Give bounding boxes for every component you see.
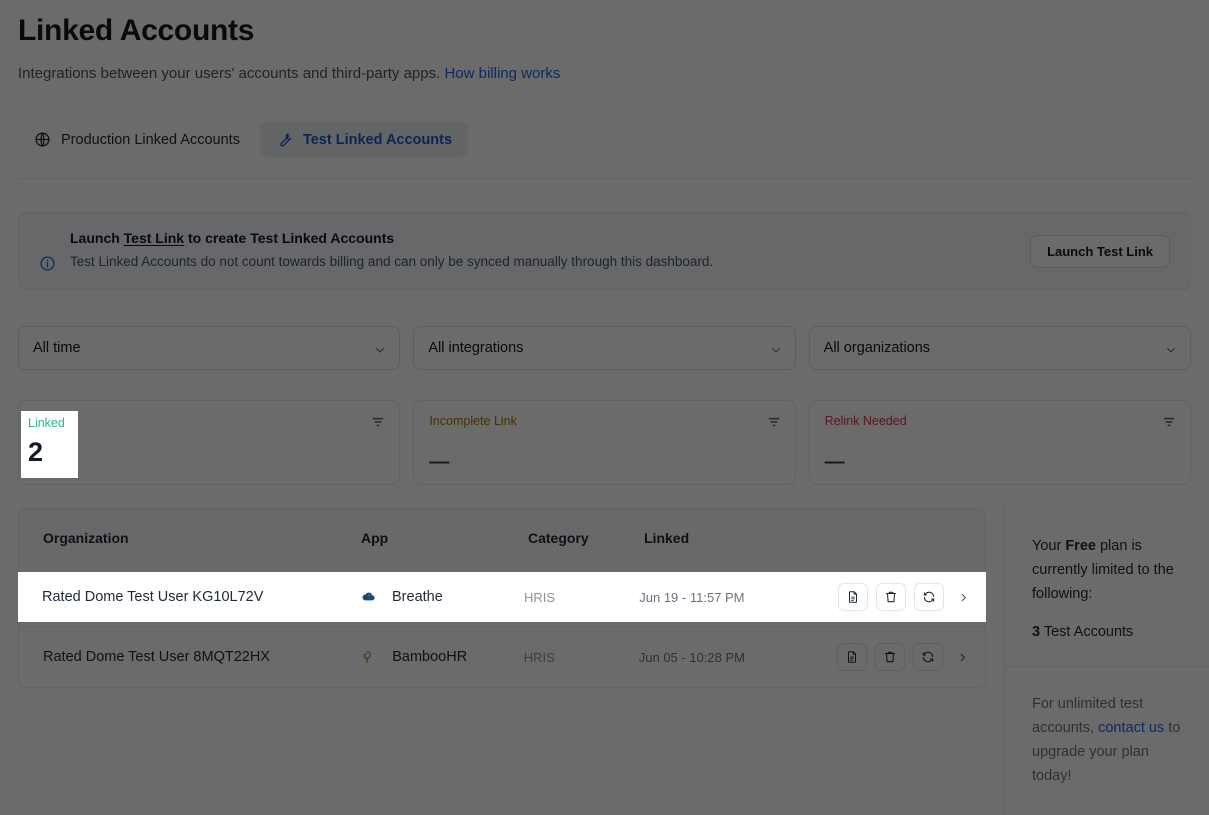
globe-icon [34, 131, 51, 148]
contact-us-link[interactable]: contact us [1098, 720, 1164, 736]
tab-production-linked-accounts[interactable]: Production Linked Accounts [18, 122, 256, 157]
table-row[interactable]: Rated Dome Test User 8MQT22HX BambooHR H… [19, 627, 985, 687]
filter-bar: All time All integrations All organizati… [18, 326, 1191, 370]
column-header-app: App [361, 529, 389, 546]
bamboo-leaf-logo [358, 646, 381, 668]
plan-limit-label: Test Accounts [1040, 624, 1134, 640]
chevron-down-icon [1165, 344, 1177, 360]
filter-icon[interactable] [1162, 415, 1176, 434]
filter-organizations-select[interactable]: All organizations [808, 326, 1191, 370]
tab-divider [18, 178, 1191, 179]
plan-line-prefix: Your [1032, 538, 1066, 554]
plan-upgrade-text: For unlimited test accounts, contact us … [1032, 692, 1187, 788]
page-content: Linked Accounts Integrations between you… [0, 0, 1209, 815]
trash-icon[interactable] [875, 643, 905, 671]
page-subtitle-text: Integrations between your users' account… [18, 65, 441, 82]
chevron-right-icon[interactable] [951, 652, 973, 663]
column-header-linked: Linked [644, 529, 690, 546]
page-title: Linked Accounts [18, 14, 255, 47]
filter-organizations-value: All organizations [823, 340, 931, 356]
filter-icon[interactable] [371, 415, 385, 434]
tab-production-label: Production Linked Accounts [61, 131, 240, 148]
how-billing-works-link[interactable]: How billing works [444, 65, 560, 82]
column-header-category: Category [528, 529, 589, 546]
filter-icon[interactable] [767, 415, 781, 434]
stat-relink-value: — [824, 451, 845, 473]
stat-incomplete-label: Incomplete Link [429, 414, 517, 428]
stat-card-relink-needed[interactable]: Relink Needed — [808, 400, 1191, 485]
stat-linked-label: Linked [34, 414, 384, 428]
stat-card-incomplete-link[interactable]: Incomplete Link — [413, 400, 796, 485]
row-category: HRIS [523, 589, 556, 605]
document-icon[interactable] [837, 643, 867, 671]
trash-icon[interactable] [876, 583, 906, 611]
banner-title: Launch Test Link to create Test Linked A… [70, 230, 394, 246]
stat-incomplete-value: — [429, 451, 450, 473]
chevron-right-icon[interactable] [952, 592, 974, 603]
row-actions [838, 583, 986, 611]
page-subtitle: Integrations between your users' account… [18, 65, 560, 82]
row-linked-date: Jun 05 - 10:28 PM [638, 649, 745, 665]
row-actions [837, 643, 985, 671]
row-app-label: Breathe [392, 589, 443, 605]
row-organization: Rated Dome Test User KG10L72V [42, 589, 264, 605]
spotlight-stat-label: Linked [28, 416, 65, 430]
stat-relink-label: Relink Needed [824, 414, 907, 428]
table-row[interactable]: Rated Dome Test User KG10L72V Breathe HR… [18, 572, 986, 622]
row-category: HRIS [523, 649, 555, 665]
column-header-organization: Organization [43, 529, 129, 546]
sync-icon[interactable] [913, 643, 943, 671]
filter-integrations-value: All integrations [428, 340, 524, 356]
linked-accounts-page: Linked Accounts Integrations between you… [0, 0, 1209, 815]
plan-name: Free [1065, 538, 1096, 554]
chevron-down-icon [374, 344, 386, 360]
plan-divider [1005, 666, 1209, 667]
row-app: BambooHR [358, 646, 524, 668]
filter-time-select[interactable]: All time [18, 326, 401, 370]
spotlight-first-table-row: Rated Dome Test User KG10L72V Breathe HR… [18, 572, 986, 622]
document-icon[interactable] [838, 583, 868, 611]
row-app: Breathe [358, 586, 524, 608]
banner-title-suffix: to create Test Linked Accounts [184, 230, 395, 246]
row-app-label: BambooHR [392, 649, 468, 665]
row-organization: Rated Dome Test User 8MQT22HX [43, 649, 270, 665]
row-linked-date: Jun 19 - 11:57 PM [639, 589, 745, 605]
wrench-icon [276, 131, 293, 148]
tab-bar: Production Linked Accounts Test Linked A… [18, 122, 469, 157]
launch-test-link-button[interactable]: Launch Test Link [1030, 235, 1170, 268]
test-link-inline-link[interactable]: Test Link [124, 230, 184, 246]
breathe-cloud-logo [358, 586, 381, 608]
tab-test-linked-accounts[interactable]: Test Linked Accounts [259, 122, 469, 157]
spotlight-stat-value: 2 [28, 437, 44, 467]
plan-info-panel: Your Free plan is currently limited to t… [1004, 508, 1209, 815]
stat-card-row: Linked 2 Incomplete Link — Relink Needed… [18, 400, 1191, 485]
banner-title-prefix: Launch [70, 230, 124, 246]
plan-limit-count: 3 [1032, 624, 1041, 640]
filter-time-value: All time [33, 340, 81, 356]
spotlight-linked-stat: Linked 2 [21, 411, 78, 478]
sync-icon[interactable] [914, 583, 944, 611]
table-header-row: Organization App Category Linked [19, 509, 985, 567]
tab-test-label: Test Linked Accounts [302, 131, 453, 148]
filter-integrations-select[interactable]: All integrations [413, 326, 796, 370]
plan-limit-text: Your Free plan is currently limited to t… [1032, 534, 1187, 606]
info-icon [39, 255, 56, 277]
banner-description: Test Linked Accounts do not count toward… [70, 254, 714, 269]
chevron-down-icon [770, 344, 782, 360]
test-link-banner: Launch Test Link to create Test Linked A… [18, 212, 1191, 290]
plan-test-accounts-limit: 3 Test Accounts [1032, 620, 1187, 644]
